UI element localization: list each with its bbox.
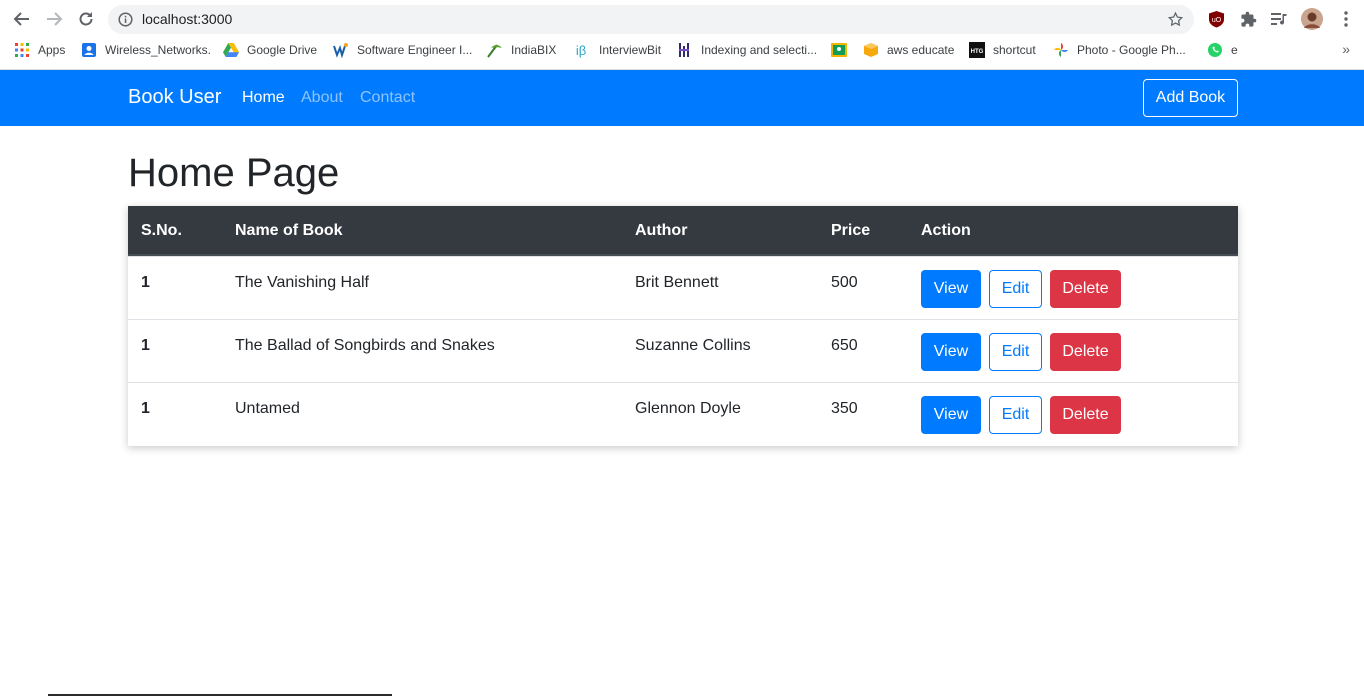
bookmark-whatsapp[interactable]: e xyxy=(1207,40,1238,60)
bookmark-google-photos[interactable]: Photo - Google Ph... xyxy=(1053,40,1186,60)
media-queue-icon[interactable] xyxy=(1269,9,1289,29)
cell-sno: 1 xyxy=(141,337,150,354)
browser-chrome: localhost:3000 uO Apps Wireless_Networks… xyxy=(0,0,1364,70)
bookmark-google-drive[interactable]: Google Drive xyxy=(223,40,317,60)
reload-icon[interactable] xyxy=(73,7,99,31)
apps-grid-icon xyxy=(14,42,30,58)
cell-sno: 1 xyxy=(141,400,150,417)
app-navbar: Book User Home About Contact Add Book xyxy=(0,70,1364,126)
bookmark-interviewbit[interactable]: iβ InterviewBit xyxy=(571,40,661,60)
bookmark-star-icon[interactable] xyxy=(1167,11,1184,33)
nav-link-about[interactable]: About xyxy=(301,89,343,107)
bookmark-label: shortcut xyxy=(993,43,1036,57)
google-drive-icon xyxy=(223,42,239,58)
site-info-icon[interactable] xyxy=(118,12,133,32)
bookmark-label: Photo - Google Ph... xyxy=(1077,43,1186,57)
indexing-icon xyxy=(677,42,693,58)
bookmark-classroom[interactable] xyxy=(831,40,855,60)
view-button[interactable]: View xyxy=(921,396,981,434)
edit-button[interactable]: Edit xyxy=(989,270,1042,308)
forward-icon[interactable] xyxy=(41,7,67,31)
delete-button[interactable]: Delete xyxy=(1050,396,1121,434)
nav-link-contact[interactable]: Contact xyxy=(360,89,415,107)
cell-price: 500 xyxy=(831,274,858,291)
cell-book-name: The Ballad of Songbirds and Snakes xyxy=(235,337,495,354)
add-book-button[interactable]: Add Book xyxy=(1143,79,1238,117)
bookmark-label: e xyxy=(1231,43,1238,57)
cell-sno: 1 xyxy=(141,274,150,291)
table-header: S.No. Name of Book Author Price Action xyxy=(128,206,1238,256)
cell-price: 650 xyxy=(831,337,858,354)
extensions-puzzle-icon[interactable] xyxy=(1238,9,1258,29)
bookmark-label: Google Drive xyxy=(247,43,318,57)
cell-price: 350 xyxy=(831,400,858,417)
bookmarks-bar: Apps Wireless_Networks. Google Drive Sof… xyxy=(0,38,1364,62)
svg-text:uO: uO xyxy=(1211,17,1221,24)
cell-author: Suzanne Collins xyxy=(635,337,751,354)
cell-author: Brit Bennett xyxy=(635,274,719,291)
more-bookmarks-icon[interactable]: » xyxy=(1342,41,1350,57)
classroom-icon xyxy=(831,42,847,58)
column-header-action: Action xyxy=(921,222,971,239)
navbar-brand[interactable]: Book User xyxy=(128,86,221,109)
edit-button[interactable]: Edit xyxy=(989,396,1042,434)
edit-button[interactable]: Edit xyxy=(989,333,1042,371)
bookmark-wireless-networks[interactable]: Wireless_Networks. xyxy=(81,40,211,60)
delete-button[interactable]: Delete xyxy=(1050,333,1121,371)
view-button[interactable]: View xyxy=(921,333,981,371)
delete-button[interactable]: Delete xyxy=(1050,270,1121,308)
table-row: 1 Untamed Glennon Doyle 350 View Edit De… xyxy=(128,382,1238,445)
aws-box-icon xyxy=(863,42,879,58)
bookmark-label: Apps xyxy=(38,43,66,57)
column-header-author: Author xyxy=(635,222,688,239)
bookmark-indexing[interactable]: Indexing and selecti... xyxy=(677,40,817,60)
cell-book-name: Untamed xyxy=(235,400,300,417)
bookmark-aws-educate[interactable]: aws educate xyxy=(863,40,954,60)
kebab-menu-icon[interactable] xyxy=(1336,9,1356,29)
column-header-sno: S.No. xyxy=(141,222,182,239)
google-photos-icon xyxy=(1053,42,1069,58)
bookmark-label: Software Engineer I... xyxy=(357,43,473,57)
whatsapp-icon xyxy=(1207,42,1223,58)
contacts-icon xyxy=(81,42,97,58)
profile-avatar[interactable] xyxy=(1301,8,1323,30)
bookmark-shortcut[interactable]: HTG shortcut xyxy=(969,40,1036,60)
table-row: 1 The Vanishing Half Brit Bennett 500 Vi… xyxy=(128,256,1238,319)
view-button[interactable]: View xyxy=(921,270,981,308)
cell-author: Glennon Doyle xyxy=(635,400,741,417)
back-icon[interactable] xyxy=(9,7,35,31)
page-title: Home Page xyxy=(128,151,340,195)
interviewbit-icon: iβ xyxy=(575,42,587,58)
address-bar[interactable]: localhost:3000 xyxy=(108,5,1194,34)
bookmark-software-engineer[interactable]: Software Engineer I... xyxy=(333,40,472,60)
column-header-name: Name of Book xyxy=(235,222,343,239)
bookmark-label: Indexing and selecti... xyxy=(701,43,818,57)
bookmark-indiabix[interactable]: IndiaBIX xyxy=(487,40,556,60)
nav-link-home[interactable]: Home xyxy=(242,89,285,107)
bookmark-label: Wireless_Networks. xyxy=(105,43,212,57)
bookmark-apps[interactable]: Apps xyxy=(14,40,65,60)
bookmark-label: IndiaBIX xyxy=(511,43,557,57)
browser-toolbar: localhost:3000 uO xyxy=(0,0,1364,38)
table-row: 1 The Ballad of Songbirds and Snakes Suz… xyxy=(128,319,1238,382)
bookmark-label: InterviewBit xyxy=(599,43,662,57)
ublock-icon[interactable]: uO xyxy=(1206,9,1226,29)
books-table: S.No. Name of Book Author Price Action 1… xyxy=(128,206,1238,446)
column-header-price: Price xyxy=(831,222,871,239)
htg-icon: HTG xyxy=(969,42,985,58)
bookmark-label: aws educate xyxy=(887,43,955,57)
url-text: localhost:3000 xyxy=(142,11,233,27)
cell-book-name: The Vanishing Half xyxy=(235,274,369,291)
svg-text:HTG: HTG xyxy=(971,49,984,55)
w-logo-icon xyxy=(333,42,349,58)
indiabix-icon xyxy=(487,42,503,58)
